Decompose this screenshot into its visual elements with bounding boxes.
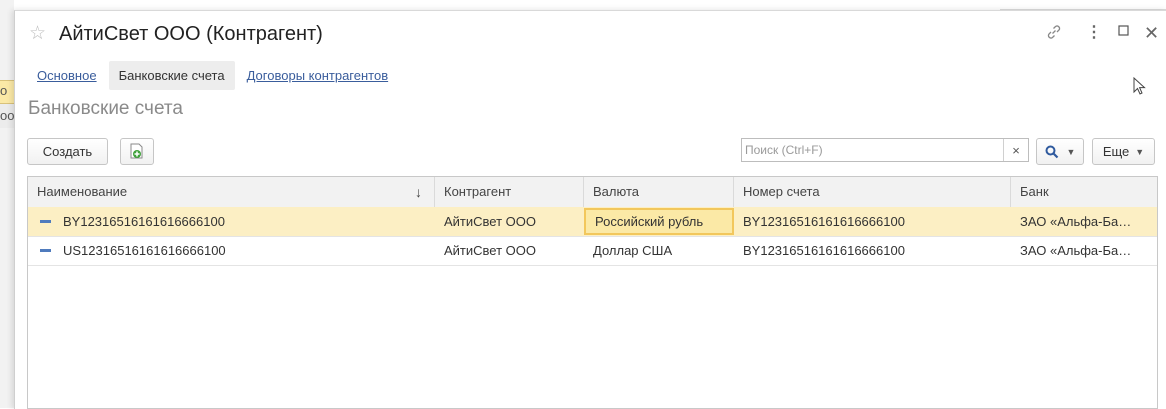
more-button[interactable]: Еще ▼ [1092,138,1155,165]
background-text-fragment: о [0,83,8,98]
row-marker-icon [40,220,51,223]
cell-counterparty: АйтиСвет ООО [444,214,536,229]
tab-bank-accounts[interactable]: Банковские счета [108,60,235,90]
chevron-down-icon: ▼ [1135,146,1145,157]
search-clear-button[interactable]: × [1003,139,1028,161]
window-title: АйтиСвет ООО (Контрагент) [59,23,323,45]
link-icon-glyph [1047,25,1061,39]
search-input[interactable] [742,139,1004,161]
cell-account-number: BY12316516161616666100 [743,214,905,229]
form-window: ☆ АйтиСвет ООО (Контрагент) ⋮ ✕ Основное… [14,10,1166,409]
search-icon [1045,145,1058,158]
star-icon[interactable]: ☆ [29,22,46,45]
cell-account-number: BY12316516161616666100 [743,243,905,258]
cell-name: US12316516161616666100 [63,243,226,258]
chevron-down-icon: ▼ [1066,146,1076,157]
search-button[interactable]: ▼ [1036,138,1084,165]
maximize-icon-glyph [1118,25,1129,36]
section-title: Банковские счета [28,98,183,119]
form-tabs: Основное Банковские счета Договоры контр… [27,59,400,91]
column-header-counterparty[interactable]: Контрагент [435,177,584,207]
close-icon[interactable]: ✕ [1144,23,1159,43]
background-text-fragment: оо [0,108,14,123]
background-window [0,0,14,408]
column-header-currency[interactable]: Валюта [584,177,734,207]
mouse-cursor-icon [1133,77,1146,95]
table-row[interactable]: US12316516161616666100 АйтиСвет ООО Долл… [28,236,1157,266]
row-marker-icon [40,249,51,252]
tab-main[interactable]: Основное [27,61,107,90]
table-row[interactable]: BY12316516161616666100 АйтиСвет ООО Росс… [28,207,1157,237]
background-window-edge [1000,0,1166,10]
table-header: Наименование ↓ Контрагент Валюта Номер с… [28,177,1157,208]
cell-bank: ЗАО «Альфа-Ба… [1020,214,1132,229]
cell-currency: Доллар США [593,243,673,258]
bank-accounts-table: Наименование ↓ Контрагент Валюта Номер с… [27,176,1158,409]
cell-currency[interactable]: Российский рубль [584,208,734,235]
cell-bank: ЗАО «Альфа-Ба… [1020,243,1132,258]
column-header-account-number[interactable]: Номер счета [734,177,1011,207]
column-header-bank[interactable]: Банк [1011,177,1159,207]
maximize-icon[interactable] [1117,23,1131,43]
cell-name: BY12316516161616666100 [63,214,225,229]
copy-icon [130,143,143,158]
sort-down-icon: ↓ [415,184,422,200]
copy-button[interactable] [120,138,154,165]
more-icon[interactable]: ⋮ [1086,23,1102,43]
create-button[interactable]: Создать [27,138,108,165]
column-header-label: Наименование [37,184,128,199]
more-button-label: Еще [1102,144,1130,159]
link-icon[interactable] [1045,23,1063,47]
column-header-name[interactable]: Наименование ↓ [28,177,435,207]
title-bar: ☆ АйтиСвет ООО (Контрагент) ⋮ ✕ [15,11,1166,55]
cell-counterparty: АйтиСвет ООО [444,243,536,258]
search-field: × [741,138,1029,162]
tab-contracts[interactable]: Договоры контрагентов [237,61,399,90]
